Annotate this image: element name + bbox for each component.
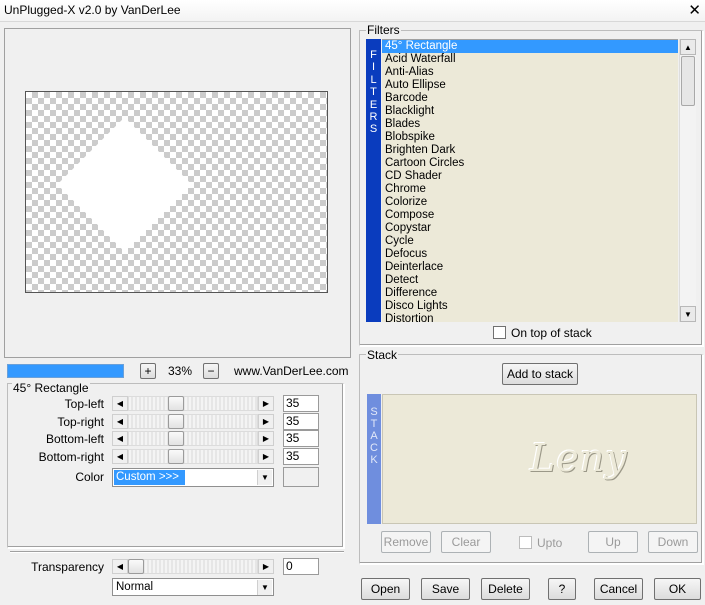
save-button[interactable]: Save: [421, 578, 470, 600]
watermark-signature: Leny: [530, 436, 628, 480]
filter-list-item[interactable]: Anti-Alias: [382, 66, 678, 79]
close-icon[interactable]: ✕: [688, 1, 701, 19]
zoom-out-button[interactable]: −: [203, 363, 219, 379]
filter-list-item[interactable]: Blacklight: [382, 105, 678, 118]
filter-list-item[interactable]: Disco Lights: [382, 300, 678, 313]
filter-list-item[interactable]: Chrome: [382, 183, 678, 196]
window-title: UnPlugged-X v2.0 by VanDerLee: [4, 3, 181, 17]
blend-mode-dropdown[interactable]: Normal ▼: [112, 578, 274, 596]
slider-decrease-icon[interactable]: ◀: [112, 431, 128, 446]
delete-button[interactable]: Delete: [481, 578, 530, 600]
chevron-down-icon[interactable]: ▼: [257, 470, 272, 485]
chevron-down-icon[interactable]: ▼: [257, 580, 272, 595]
scroll-up-icon[interactable]: ▲: [680, 39, 696, 55]
stack-strip: STACK: [367, 394, 381, 524]
parameter-slider-knob[interactable]: [168, 449, 184, 464]
preview-canvas[interactable]: [25, 91, 328, 293]
zoom-level: 33%: [168, 364, 193, 378]
slider-label: Top-right: [57, 415, 104, 429]
slider-label: Top-left: [64, 397, 104, 411]
upto-checkbox[interactable]: [519, 536, 532, 549]
slider-label: Bottom-left: [45, 432, 104, 446]
filter-list-item[interactable]: Blades: [382, 118, 678, 131]
color-dropdown[interactable]: Custom >>> ▼: [112, 468, 274, 487]
on-top-checkbox[interactable]: [493, 326, 506, 339]
filters-list[interactable]: 45° Rectangle Acid Waterfall Anti-Alias Aut…: [382, 39, 678, 322]
parameter-value[interactable]: 35: [283, 413, 319, 430]
add-to-stack-button[interactable]: Add to stack: [502, 363, 578, 385]
transparency-slider-knob[interactable]: [128, 559, 144, 574]
filters-scrollbar[interactable]: ▲ ▼: [679, 39, 696, 322]
parameter-slider-knob[interactable]: [168, 431, 184, 446]
scroll-down-icon[interactable]: ▼: [680, 306, 696, 322]
upto-label: Upto: [537, 536, 563, 550]
filter-list-item[interactable]: 45° Rectangle: [382, 40, 678, 53]
filter-list-item[interactable]: Blobspike: [382, 131, 678, 144]
slider-decrease-icon[interactable]: ◀: [112, 449, 128, 464]
color-label: Color: [75, 470, 104, 484]
parameter-slider[interactable]: [128, 414, 258, 429]
filter-list-item[interactable]: Cycle: [382, 235, 678, 248]
slider-decrease-icon[interactable]: ◀: [112, 396, 128, 411]
filters-group-label: Filters: [366, 23, 401, 37]
help-button[interactable]: ?: [548, 578, 576, 600]
filter-list-item[interactable]: Compose: [382, 209, 678, 222]
down-button[interactable]: Down: [648, 531, 698, 553]
slider-increase-icon[interactable]: ▶: [258, 396, 274, 411]
filter-list-item[interactable]: CD Shader: [382, 170, 678, 183]
parameter-value[interactable]: 35: [283, 430, 319, 447]
title-bar: UnPlugged-X v2.0 by VanDerLee ✕: [0, 0, 705, 22]
blend-mode-value: Normal: [116, 581, 154, 593]
up-button[interactable]: Up: [588, 531, 638, 553]
filter-list-item[interactable]: Acid Waterfall: [382, 53, 678, 66]
filters-strip: FILTERS: [366, 39, 381, 322]
stack-group-label: Stack: [366, 348, 399, 362]
transparency-label: Transparency: [31, 560, 104, 574]
ok-button[interactable]: OK: [654, 578, 701, 600]
zoom-in-button[interactable]: +: [140, 363, 156, 379]
parameter-slider[interactable]: [128, 431, 258, 446]
color-swatch[interactable]: [283, 467, 319, 487]
parameter-slider-knob[interactable]: [168, 396, 184, 411]
filter-list-item[interactable]: Defocus: [382, 248, 678, 261]
parameter-value[interactable]: 35: [283, 395, 319, 412]
color-dropdown-value: Custom >>>: [114, 470, 185, 485]
on-top-label: On top of stack: [511, 326, 592, 340]
open-button[interactable]: Open: [361, 578, 410, 600]
preview-diamond-shape: [57, 117, 192, 252]
divider: [10, 551, 344, 553]
website-link[interactable]: www.VanDerLee.com: [234, 364, 349, 378]
parameter-slider[interactable]: [128, 449, 258, 464]
filter-list-item[interactable]: Brighten Dark: [382, 144, 678, 157]
filter-list-item[interactable]: Colorize: [382, 196, 678, 209]
filter-list-item[interactable]: Deinterlace: [382, 261, 678, 274]
filter-list-item[interactable]: Detect: [382, 274, 678, 287]
filter-list-item[interactable]: Cartoon Circles: [382, 157, 678, 170]
progress-bar: [7, 364, 124, 378]
transparency-increase-icon[interactable]: ▶: [258, 559, 274, 574]
stack-strip-text: STACK: [370, 406, 378, 466]
transparency-value[interactable]: 0: [283, 558, 319, 575]
parameter-slider-knob[interactable]: [168, 414, 184, 429]
parameters-group-label: 45° Rectangle: [12, 381, 90, 395]
parameter-slider[interactable]: [128, 396, 258, 411]
parameter-value[interactable]: 35: [283, 448, 319, 465]
clear-button[interactable]: Clear: [441, 531, 491, 553]
transparency-slider[interactable]: [128, 559, 258, 574]
filter-list-item[interactable]: Auto Ellipse: [382, 79, 678, 92]
filters-strip-text: FILTERS: [369, 49, 378, 136]
cancel-button[interactable]: Cancel: [594, 578, 643, 600]
filter-list-item[interactable]: Distortion: [382, 313, 678, 322]
slider-increase-icon[interactable]: ▶: [258, 449, 274, 464]
slider-increase-icon[interactable]: ▶: [258, 431, 274, 446]
slider-label: Bottom-right: [38, 450, 104, 464]
filter-list-item[interactable]: Copystar: [382, 222, 678, 235]
remove-button[interactable]: Remove: [381, 531, 431, 553]
filter-list-item[interactable]: Difference: [382, 287, 678, 300]
slider-increase-icon[interactable]: ▶: [258, 414, 274, 429]
transparency-decrease-icon[interactable]: ◀: [112, 559, 128, 574]
scroll-thumb[interactable]: [681, 56, 695, 106]
slider-decrease-icon[interactable]: ◀: [112, 414, 128, 429]
filter-list-item[interactable]: Barcode: [382, 92, 678, 105]
